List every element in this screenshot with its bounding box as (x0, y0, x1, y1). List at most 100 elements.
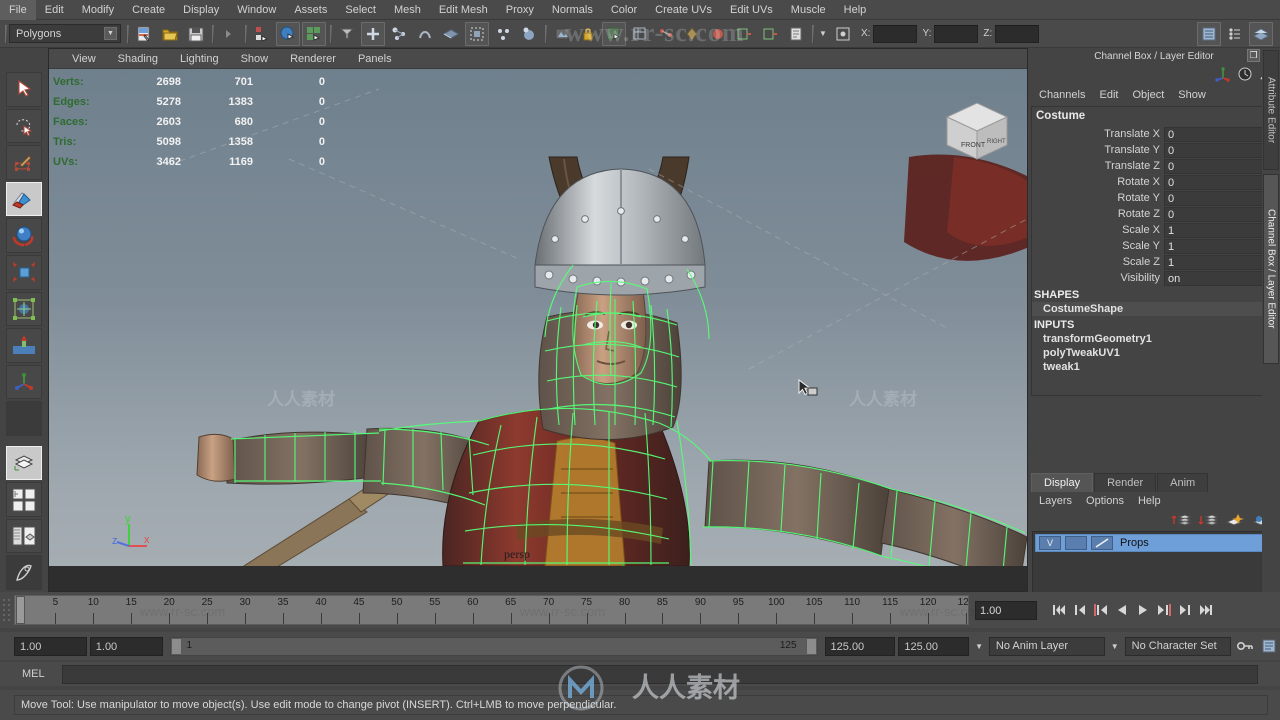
attribute-row-rotate-y[interactable]: Rotate Y 0 (1032, 190, 1277, 206)
viewport-menu-view[interactable]: View (61, 49, 107, 69)
auto-key-icon[interactable] (1234, 639, 1256, 653)
view-cube[interactable]: FRONT RIGHT (939, 95, 1017, 167)
menu-assets[interactable]: Assets (285, 0, 336, 20)
sidebar-attribute-editor-icon[interactable] (1197, 21, 1221, 46)
layer-up-icon[interactable] (1171, 512, 1192, 531)
four-view-layout[interactable] (6, 482, 42, 517)
sidebar-tool-settings-icon[interactable] (1223, 22, 1247, 46)
step-forward-keyframe-icon[interactable] (1175, 599, 1195, 621)
construction-history-icon[interactable] (491, 22, 515, 46)
chevron-down-icon[interactable]: ▼ (816, 27, 830, 41)
channel-box-menu-object[interactable]: Object (1125, 86, 1171, 105)
outliner-persp-layout[interactable] (6, 518, 42, 554)
channel-box-menu-show[interactable]: Show (1171, 86, 1213, 105)
viewport-menu-renderer[interactable]: Renderer (279, 49, 347, 69)
input-item-polytweakuv1[interactable]: polyTweakUV1 (1032, 346, 1277, 360)
render-settings-icon[interactable] (628, 22, 652, 46)
layer-menu-options[interactable]: Options (1079, 492, 1131, 511)
time-slider-playhead[interactable] (16, 596, 25, 624)
range-start-time-field[interactable]: 1.00 (89, 636, 163, 656)
snap-point-icon[interactable] (413, 22, 437, 46)
attribute-value-input[interactable]: 0 (1164, 126, 1275, 142)
restore-icon[interactable]: ❐ (1247, 49, 1260, 62)
select-mask-icon[interactable] (335, 22, 359, 46)
menu-edit[interactable]: Edit (36, 0, 73, 20)
attribute-value-input[interactable]: 0 (1164, 158, 1275, 174)
last-tool-used[interactable] (6, 401, 42, 436)
input-item-transformgeometry1[interactable]: transformGeometry1 (1032, 332, 1277, 346)
menu-color[interactable]: Color (602, 0, 646, 20)
script-editor-icon[interactable] (784, 22, 808, 46)
snap-grid-icon[interactable] (361, 21, 385, 46)
attribute-value-input[interactable]: 1 (1164, 222, 1275, 238)
select-by-object-icon[interactable] (276, 21, 300, 46)
time-slider-grip[interactable] (0, 595, 14, 625)
universal-manipulator-tool[interactable] (6, 291, 42, 327)
tab-display[interactable]: Display (1031, 473, 1094, 492)
go-to-end-icon[interactable] (1196, 599, 1216, 621)
lasso-select-tool[interactable] (6, 108, 42, 144)
viewport-menu-lighting[interactable]: Lighting (169, 49, 230, 69)
range-slider-bar-control[interactable]: 1 125 (169, 636, 818, 656)
vertical-tab-channel-box[interactable]: Channel Box / Layer Editor (1263, 174, 1279, 364)
tab-render[interactable]: Render (1094, 473, 1157, 492)
snap-live-icon[interactable] (465, 21, 489, 46)
select-by-component-icon[interactable] (302, 21, 326, 46)
current-frame-field[interactable]: 1.00 (975, 600, 1037, 620)
command-input[interactable] (62, 664, 1258, 684)
step-back-frame-icon[interactable] (1091, 599, 1111, 621)
lock-icon[interactable] (576, 22, 600, 46)
layer-playback-toggle[interactable] (1065, 536, 1087, 550)
menu-window[interactable]: Window (228, 0, 285, 20)
new-scene-icon[interactable] (132, 22, 156, 46)
scale-tool[interactable] (6, 254, 42, 290)
animation-start-time-field[interactable]: 1.00 (14, 636, 87, 656)
attribute-row-translate-y[interactable]: Translate Y 0 (1032, 142, 1277, 158)
layer-visibility-toggle[interactable]: V (1039, 536, 1061, 550)
vertical-tab-attribute-editor[interactable]: Attribute Editor (1263, 50, 1279, 170)
chevron-down-icon[interactable]: ▼ (1108, 639, 1122, 653)
layer-display-type-toggle[interactable] (1091, 536, 1113, 550)
viewport-menu-show[interactable]: Show (230, 49, 280, 69)
chevron-down-icon[interactable]: ▼ (972, 639, 986, 653)
character-set-selector[interactable]: No Character Set (1124, 636, 1231, 656)
go-to-start-icon[interactable] (1049, 599, 1069, 621)
animation-end-time-field[interactable]: 125.00 (898, 636, 970, 656)
attribute-value-input[interactable]: on (1164, 270, 1275, 286)
layer-row-props[interactable]: V Props (1035, 534, 1273, 552)
menu-modify[interactable]: Modify (73, 0, 123, 20)
snap-curve-icon[interactable] (387, 22, 411, 46)
snap-view-plane-icon[interactable] (439, 22, 463, 46)
menu-edit-mesh[interactable]: Edit Mesh (430, 0, 497, 20)
save-scene-icon[interactable] (184, 22, 208, 46)
attribute-value-input[interactable]: 1 (1164, 238, 1275, 254)
coord-x-input[interactable] (873, 24, 918, 43)
open-scene-icon[interactable] (158, 22, 182, 46)
attribute-row-visibility[interactable]: Visibility on (1032, 270, 1277, 286)
attribute-row-scale-x[interactable]: Scale X 1 (1032, 222, 1277, 238)
animation-preferences-icon[interactable] (1258, 639, 1280, 653)
time-slider-track[interactable]: 5 10 15 20 25 30 35 40 45 50 55 60 65 70 75 80 85 90 95 100… (14, 595, 969, 625)
attribute-value-input[interactable]: 0 (1164, 206, 1275, 222)
attribute-value-input[interactable]: 0 (1164, 190, 1275, 206)
select-by-hierarchy-icon[interactable] (250, 22, 274, 46)
show-manipulator-tool[interactable] (6, 364, 42, 400)
range-end-time-field[interactable]: 125.00 (824, 636, 896, 656)
coord-y-input[interactable] (934, 24, 979, 43)
coord-z-input[interactable] (995, 24, 1040, 43)
command-language-label[interactable]: MEL (14, 668, 62, 680)
attribute-row-translate-x[interactable]: Translate X 0 (1032, 126, 1277, 142)
manipulator-icon[interactable] (1214, 66, 1232, 85)
menu-edit-uvs[interactable]: Edit UVs (721, 0, 782, 20)
absolute-transform-icon[interactable] (831, 22, 855, 46)
rotate-tool[interactable] (6, 218, 42, 253)
render-current-frame-icon[interactable] (550, 22, 574, 46)
attribute-row-translate-z[interactable]: Translate Z 0 (1032, 158, 1277, 174)
shape-item-costumeshape[interactable]: CostumeShape (1032, 302, 1277, 316)
range-start-handle[interactable] (170, 637, 182, 655)
viewport-menu-shading[interactable]: Shading (107, 49, 169, 69)
attribute-row-rotate-x[interactable]: Rotate X 0 (1032, 174, 1277, 190)
ipr-render-icon[interactable] (602, 21, 626, 46)
soft-modification-tool[interactable] (6, 328, 42, 363)
attribute-value-input[interactable]: 0 (1164, 142, 1275, 158)
